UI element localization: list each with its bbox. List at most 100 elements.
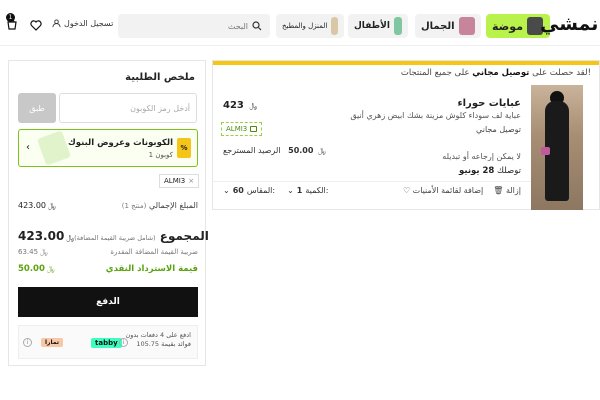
- nav-chip-fashion-label: موضة: [492, 19, 524, 33]
- heart-icon: ♡: [402, 186, 411, 195]
- vat-amount: 63.45: [18, 248, 39, 256]
- quantity-label: الكمية:: [305, 186, 329, 195]
- product-price-value: 423: [223, 100, 244, 111]
- search-input[interactable]: البحث: [118, 14, 270, 38]
- nav-chip-home[interactable]: المنزل والمطبخ: [276, 14, 344, 38]
- free-shipping-banner: لقد حصلت على توصيل مجاني على جميع المنتج…: [401, 68, 591, 78]
- order-summary: ملخص الطلبية أدخل رمز الكوبون طبق % الكو…: [8, 60, 209, 366]
- product-description[interactable]: عباية لف سوداء كلوش مزينة بشك ابيض زهري …: [350, 111, 521, 120]
- cart-item-card: لقد حصلت على توصيل مجاني على جميع المنتج…: [212, 60, 600, 210]
- beauty-thumbnail: [458, 17, 475, 35]
- cashback-label: قيمة الاسترداد النقدي: [105, 264, 198, 274]
- quantity-value: 1: [296, 186, 303, 195]
- vat-row: ﷼63.45 ضريبة القيمة المضافة المقدرة: [18, 248, 198, 257]
- total-value: ﷼423.00: [18, 229, 74, 243]
- item-cashback-value: 50.00: [288, 146, 314, 155]
- item-cashback-label: الرصيد المسترجع: [223, 146, 281, 155]
- currency-icon: ﷼: [40, 248, 48, 256]
- wishlist-action[interactable]: ♡ إضافة لقائمة الأمنيات: [403, 186, 483, 195]
- remove-action[interactable]: 🗑 إزالة: [493, 186, 521, 195]
- tabby-logo[interactable]: tabby: [91, 338, 122, 348]
- product-image-bag: [541, 147, 550, 155]
- total-note: (شامل ضريبة القيمة المضافة): [74, 234, 156, 242]
- applied-coupon-chip[interactable]: ALMI3 ×: [159, 174, 200, 188]
- promo-prefix: لقد حصلت على: [532, 68, 588, 78]
- currency-icon: ﷼: [66, 234, 75, 242]
- checkout-button[interactable]: الدفع: [18, 287, 198, 317]
- total-row: ﷼423.00 (شامل ضريبة القيمة المضافة) المج…: [18, 229, 209, 243]
- nav-chip-kids[interactable]: الأطفال: [348, 14, 408, 38]
- bank-offers-card[interactable]: % الكوبونات وعروض البنوك 1 كوبون ‹: [18, 129, 198, 167]
- tag-icon: [250, 126, 258, 132]
- size-select[interactable]: ⌄ 60 المقاس:: [223, 186, 275, 195]
- divider: [213, 181, 531, 182]
- vat-label: ضريبة القيمة المضافة المقدرة: [110, 248, 198, 256]
- product-price: ﷼ 423: [223, 100, 257, 111]
- total-label-group: (شامل ضريبة القيمة المضافة) المجموع: [74, 229, 209, 243]
- product-shipping: توصيل مجاني: [476, 125, 521, 134]
- summary-title: ملخص الطلبية: [125, 72, 195, 83]
- search-icon: [252, 21, 262, 31]
- offer-icon: %: [177, 138, 191, 158]
- subtotal-row: ﷼423.00 (1 منتج) المبلغ الإجمالي: [18, 201, 198, 211]
- bank-offers-count: 1 كوبون: [148, 151, 173, 159]
- nav-chip-home-label: المنزل والمطبخ: [282, 22, 328, 30]
- coupon-placeholder: أدخل رمز الكوبون: [130, 103, 190, 113]
- no-return-note: لا يمكن إرجاعه أو تبديله: [442, 152, 521, 161]
- apply-coupon-button[interactable]: طبق: [18, 93, 56, 123]
- size-value: 60: [232, 186, 244, 195]
- delivery-estimate: توصلك 28 يونيو: [459, 166, 521, 176]
- subtotal-label: (1 منتج) المبلغ الإجمالي: [122, 201, 198, 211]
- cart-button[interactable]: 1: [4, 13, 20, 33]
- delivery-prefix: توصلك: [497, 166, 521, 176]
- remove-action-label: إزالة: [505, 186, 521, 195]
- currency-icon: ﷼: [249, 102, 258, 110]
- logo[interactable]: نمشي: [540, 13, 598, 35]
- size-label: المقاس:: [246, 186, 276, 195]
- currency-icon: ﷼: [317, 147, 326, 155]
- user-icon: [52, 19, 61, 28]
- chevron-left-icon: ‹: [26, 142, 30, 153]
- installments-line-2: فوائد بقيمة 105.75: [136, 339, 191, 348]
- cashback-amount: 50.00: [18, 264, 45, 274]
- total-label-text: المجموع: [159, 229, 209, 243]
- product-image[interactable]: [531, 85, 583, 210]
- login-link[interactable]: تسجيل الدخول: [52, 19, 113, 28]
- vat-value: ﷼63.45: [18, 248, 48, 257]
- quantity-select[interactable]: ⌄ 1 الكمية:: [287, 186, 328, 195]
- coupon-input[interactable]: أدخل رمز الكوبون: [59, 93, 197, 123]
- tamara-logo[interactable]: تمارا: [41, 338, 64, 347]
- nav-chip-beauty[interactable]: الجمال: [415, 14, 481, 38]
- coupon-decoration: [36, 130, 72, 166]
- installments-line-1: ادفع على 4 دفعات بدون: [125, 331, 191, 339]
- info-icon[interactable]: i: [23, 338, 32, 347]
- subtotal-amount: 423.00: [18, 201, 46, 210]
- subtotal-value: ﷼423.00: [18, 201, 56, 211]
- cashback-row: ﷼50.00 قيمة الاسترداد النقدي: [18, 264, 198, 274]
- coupon-code: ALMI3: [226, 125, 248, 133]
- installments-banner: i تمارا tabby i ادفع على 4 دفعات بدون فو…: [18, 325, 198, 359]
- trash-icon: 🗑: [493, 186, 504, 195]
- heart-icon: [30, 19, 42, 31]
- home-thumbnail: [331, 17, 338, 35]
- nav-chip-beauty-label: الجمال: [421, 20, 455, 32]
- chevron-down-icon: ⌄: [223, 186, 230, 195]
- item-cashback: ﷼ 50.00 الرصيد المسترجع: [223, 146, 326, 156]
- cashback-value: ﷼50.00: [18, 264, 55, 274]
- wishlist-button[interactable]: [28, 17, 44, 33]
- currency-icon: ﷼: [48, 202, 56, 210]
- currency-icon: ﷼: [46, 265, 55, 273]
- subtotal-items: (1 منتج): [121, 202, 147, 210]
- kids-thumbnail: [393, 17, 402, 35]
- bank-offers-title: الكوبونات وعروض البنوك: [67, 138, 173, 148]
- product-brand[interactable]: عبايات حوراء: [458, 98, 521, 109]
- promo-accent-bar: [213, 61, 599, 65]
- installments-text: ادفع على 4 دفعات بدون فوائد بقيمة 105.75: [125, 331, 191, 349]
- item-actions: ♡ إضافة لقائمة الأمنيات 🗑 إزالة: [403, 186, 521, 195]
- close-icon[interactable]: ×: [188, 177, 194, 185]
- nav-chip-kids-label: الأطفال: [354, 21, 390, 31]
- search-placeholder: البحث: [227, 21, 248, 31]
- top-header: 1 تسجيل الدخول البحث المنزل والمطبخ الأط…: [0, 0, 600, 46]
- delivery-date: 28 يونيو: [459, 166, 495, 176]
- total-amount: 423.00: [18, 229, 65, 243]
